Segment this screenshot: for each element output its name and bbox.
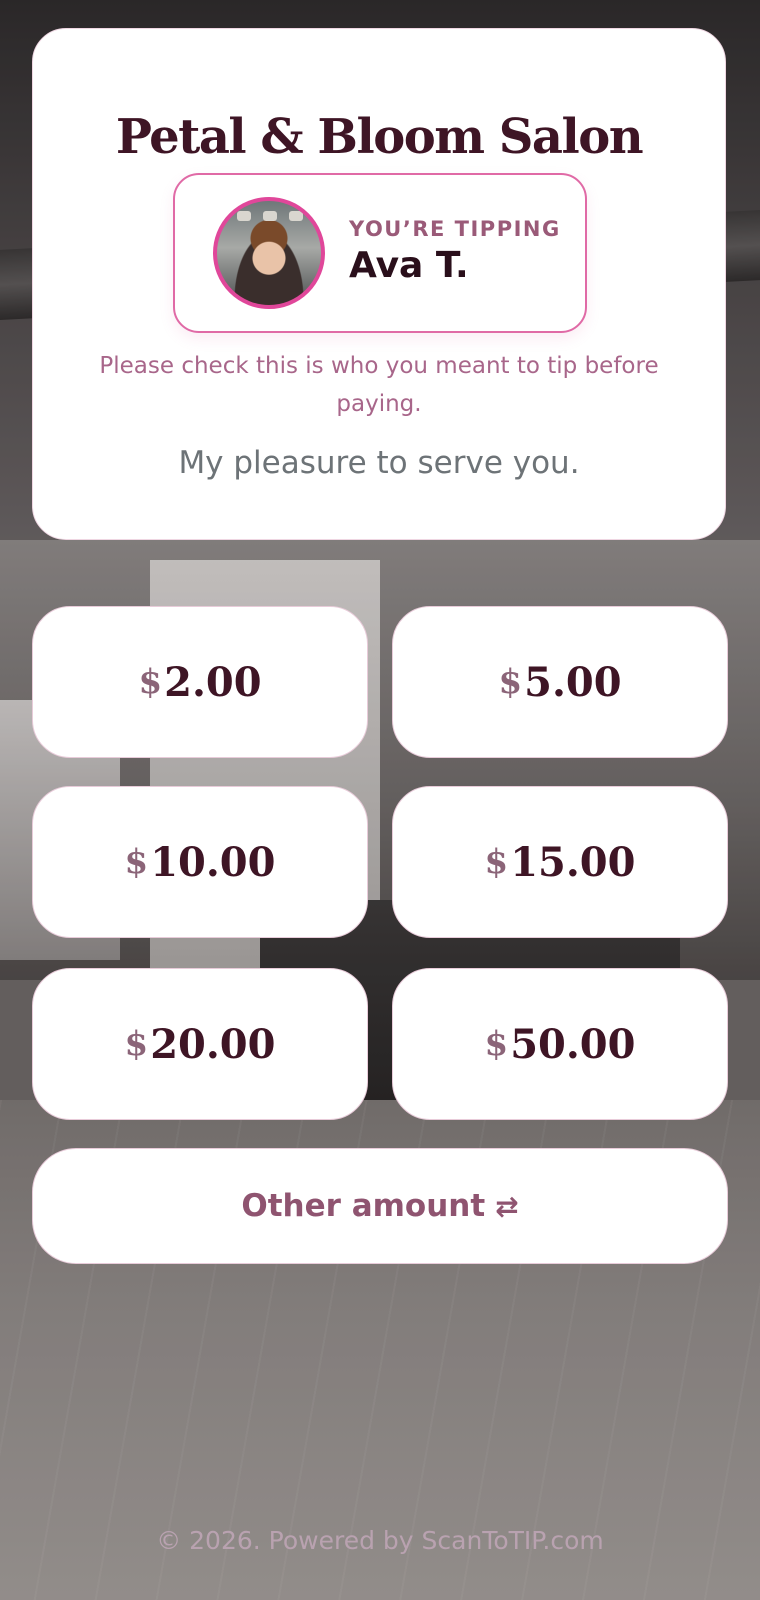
tipee-card: Petal & Bloom Salon YOU’RE TIPPING Ava T… — [32, 28, 726, 540]
avatar — [213, 197, 325, 309]
tipee-name: Ava T. — [349, 245, 469, 286]
other-amount-button[interactable]: Other amount ⇄ — [32, 1148, 728, 1264]
tipping-label: YOU’RE TIPPING — [349, 217, 561, 241]
tip-amount-value: 10.00 — [150, 838, 276, 886]
currency-symbol: $ — [138, 662, 163, 702]
tip-amount-button-5[interactable]: $ 5.00 — [392, 606, 728, 758]
check-note: Please check this is who you meant to ti… — [99, 353, 659, 417]
tip-amount-button-10[interactable]: $ 10.00 — [32, 786, 368, 938]
tip-amount-button-15[interactable]: $ 15.00 — [392, 786, 728, 938]
currency-symbol: $ — [484, 842, 509, 882]
salon-name: Petal & Bloom Salon — [115, 109, 644, 165]
tipee-box: YOU’RE TIPPING Ava T. — [173, 173, 587, 333]
tip-amount-value: 15.00 — [510, 838, 636, 886]
tip-amount-value: 2.00 — [164, 658, 262, 706]
tip-amount-value: 50.00 — [510, 1020, 636, 1068]
currency-symbol: $ — [484, 1024, 509, 1064]
tip-amount-value: 5.00 — [524, 658, 622, 706]
other-amount-label: Other amount — [241, 1188, 486, 1224]
currency-symbol: $ — [124, 1024, 149, 1064]
currency-symbol: $ — [124, 842, 149, 882]
tip-amount-button-50[interactable]: $ 50.00 — [392, 968, 728, 1120]
tip-amount-value: 20.00 — [150, 1020, 276, 1068]
tipee-tagline: My pleasure to serve you. — [178, 445, 580, 481]
tip-amount-button-20[interactable]: $ 20.00 — [32, 968, 368, 1120]
footer-text: © 2026. Powered by ScanToTIP.com — [156, 1526, 604, 1555]
currency-symbol: $ — [498, 662, 523, 702]
swap-arrows-icon: ⇄ — [495, 1189, 519, 1223]
tip-amount-button-2[interactable]: $ 2.00 — [32, 606, 368, 758]
